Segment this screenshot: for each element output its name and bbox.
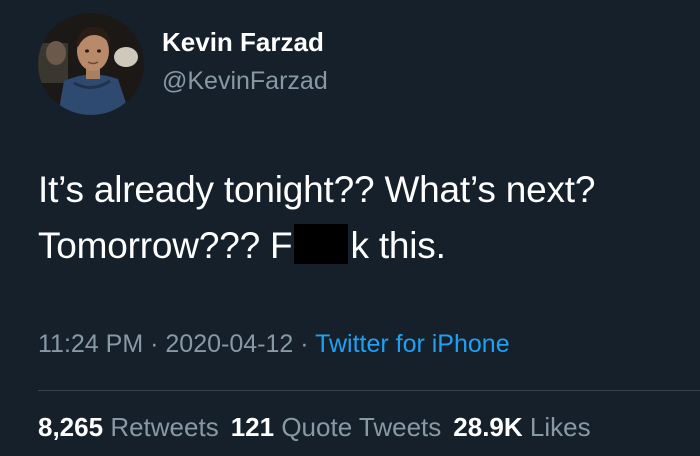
tweet-time[interactable]: 11:24 PM bbox=[38, 330, 143, 358]
meta-separator: · bbox=[150, 330, 159, 358]
likes-stat[interactable]: 28.9K Likes bbox=[453, 412, 590, 442]
display-name[interactable]: Kevin Farzad bbox=[162, 27, 324, 58]
censor-bar bbox=[294, 224, 349, 264]
tweet-line-2: Tomorrow??? F k this. bbox=[38, 218, 678, 274]
tweet-metadata: 11:24 PM · 2020-04-12 · Twitter for iPho… bbox=[38, 330, 510, 359]
tweet-text: It’s already tonight?? What’s next? Tomo… bbox=[38, 162, 678, 274]
quote-tweets-count: 121 bbox=[230, 412, 275, 442]
engagement-stats: 8,265 Retweets 121 Quote Tweets 28.9K Like… bbox=[38, 412, 591, 443]
quote-tweets-stat[interactable]: 121 Quote Tweets bbox=[231, 412, 442, 442]
tweet-source-link[interactable]: Twitter for iPhone bbox=[315, 330, 510, 358]
tweet-line-2-end: k this. bbox=[350, 225, 446, 266]
retweets-stat[interactable]: 8,265 Retweets bbox=[38, 412, 219, 442]
likes-label: Likes bbox=[529, 412, 591, 442]
retweets-label: Retweets bbox=[110, 412, 219, 442]
user-handle[interactable]: @KevinFarzad bbox=[162, 67, 328, 96]
avatar[interactable] bbox=[38, 13, 144, 115]
quote-tweets-label: Quote Tweets bbox=[281, 412, 442, 442]
divider bbox=[38, 390, 700, 391]
tweet-line-2-start: Tomorrow??? F bbox=[38, 225, 293, 266]
meta-separator-2: · bbox=[300, 330, 309, 358]
tweet-date[interactable]: 2020-04-12 bbox=[165, 330, 293, 358]
retweets-count: 8,265 bbox=[38, 412, 104, 442]
likes-count: 28.9K bbox=[453, 412, 523, 442]
tweet-line-1: It’s already tonight?? What’s next? bbox=[38, 169, 596, 210]
